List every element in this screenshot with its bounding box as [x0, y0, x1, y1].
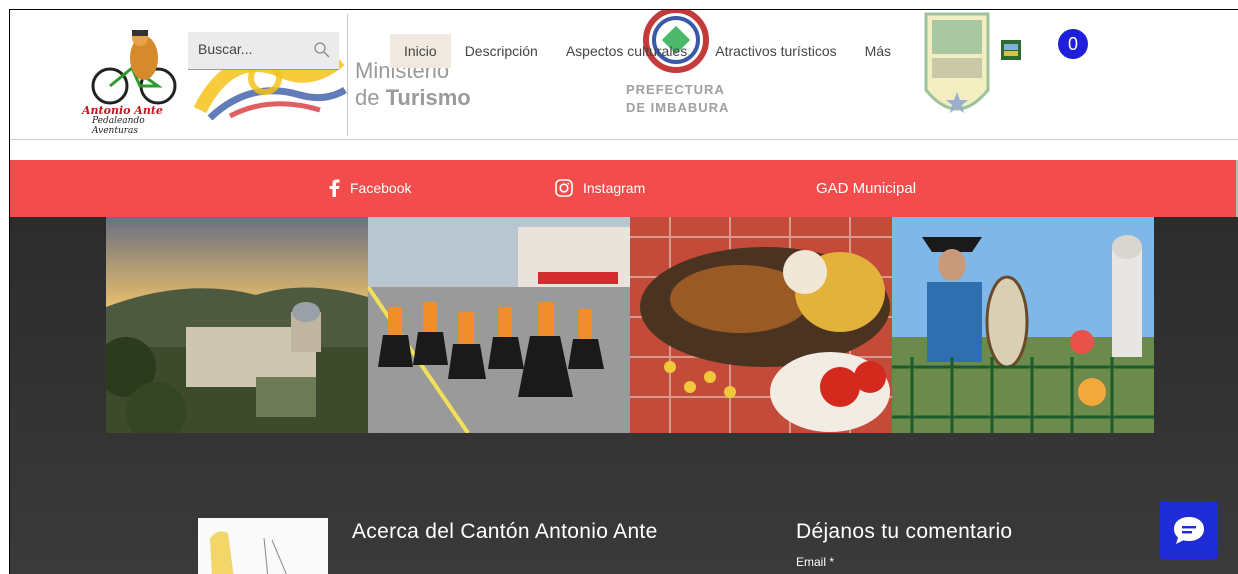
bicycle-logo-icon [91, 30, 177, 105]
chat-bubble-icon [1174, 517, 1204, 544]
small-emblem-icon [1001, 40, 1021, 60]
chat-button[interactable] [1160, 501, 1218, 559]
browser-viewport: Antonio Ante Pedaleando Aventuras Buscar… [9, 9, 1238, 574]
about-text-placeholder [352, 562, 692, 574]
photo-gallery [106, 217, 1154, 433]
canton-shield-icon [924, 12, 990, 113]
instagram-link[interactable]: Instagram [555, 179, 645, 197]
instagram-icon [555, 179, 573, 197]
content-section: Acerca del Cantón Antonio Ante Déjanos t… [10, 217, 1238, 574]
dancers-parade-photo[interactable] [368, 217, 630, 433]
site-header: Antonio Ante Pedaleando Aventuras Buscar… [10, 10, 1238, 140]
ministerio-bold: Turismo [385, 85, 471, 110]
facebook-label: Facebook [350, 180, 412, 196]
ministerio-prefix: de [355, 85, 386, 110]
canton-map-image [198, 518, 328, 574]
nav-item-inicio[interactable]: Inicio [390, 34, 451, 68]
nav-item-descripcion[interactable]: Descripción [451, 34, 552, 68]
food-dish-photo[interactable] [630, 217, 892, 433]
nav-item-aspectos-culturales[interactable]: Aspectos culturales [552, 34, 701, 68]
search-box[interactable]: Buscar... [188, 32, 339, 70]
prefectura-line1: PREFECTURA [626, 82, 725, 97]
nav-item-mas[interactable]: Más [851, 34, 905, 68]
facebook-link[interactable]: Facebook [328, 179, 411, 197]
main-nav: Inicio Descripción Aspectos culturales A… [390, 34, 905, 68]
logo-tagline: Pedaleando Aventuras [92, 116, 145, 136]
city-sunset-photo[interactable] [106, 217, 368, 433]
about-section-title: Acerca del Cantón Antonio Ante [352, 520, 658, 543]
prefectura-line2: DE IMBABURA [626, 100, 730, 115]
nav-item-atractivos-turisticos[interactable]: Atractivos turísticos [701, 34, 850, 68]
comment-section-title: Déjanos tu comentario [796, 520, 1013, 543]
site-logo[interactable]: Antonio Ante Pedaleando Aventuras [82, 28, 192, 136]
search-input[interactable]: Buscar... [198, 41, 252, 57]
email-field-label: Email * [796, 555, 835, 569]
header-divider [347, 14, 348, 136]
instagram-label: Instagram [583, 180, 646, 196]
search-icon[interactable] [313, 41, 331, 59]
gad-municipal-link[interactable]: GAD Municipal [816, 180, 916, 197]
musician-park-photo[interactable] [892, 217, 1154, 433]
cart-count-badge[interactable]: 0 [1058, 29, 1088, 59]
ministerio-line2: de Turismo [355, 86, 471, 110]
social-bar: Facebook Instagram GAD Municipal [10, 160, 1238, 217]
facebook-icon [329, 179, 340, 197]
